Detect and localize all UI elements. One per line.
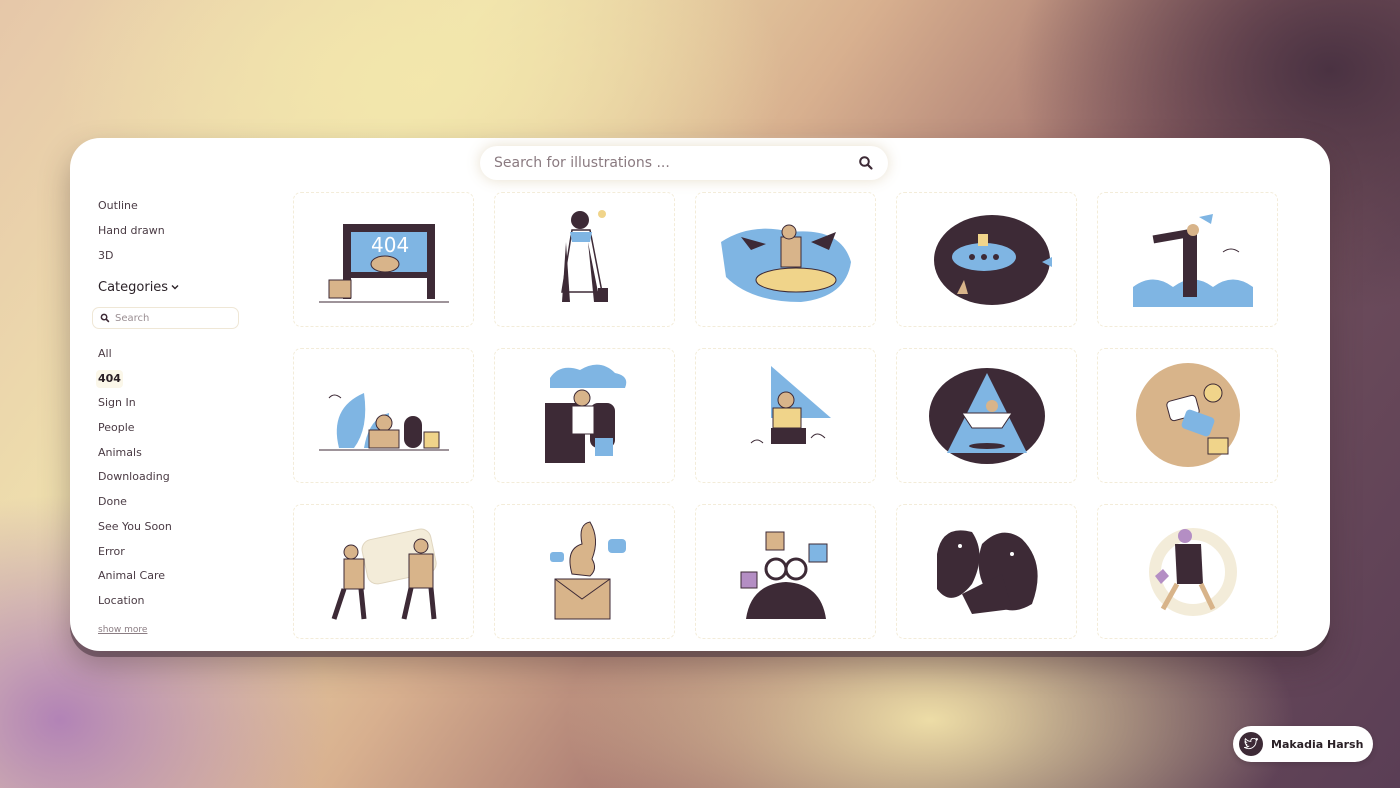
credit-name: Makadia Harsh [1271,737,1364,751]
category-error[interactable]: Error [98,543,248,568]
category-label: Sign In [98,396,136,410]
illustration-grid: 404 [293,192,1279,640]
illustration-tile[interactable] [494,192,675,327]
dark-figures-icon [936,530,1038,614]
illustration-tile[interactable] [494,504,675,639]
search-bar[interactable] [480,146,888,180]
illustration-tile[interactable] [1097,348,1278,483]
category-label: Downloading [98,470,170,484]
category-people[interactable]: People [98,419,248,444]
category-label: People [98,421,135,435]
twitter-bird-icon [1244,738,1258,750]
illustration-tile[interactable] [494,348,675,483]
monster-mail-icon [549,521,626,620]
floating-person-icon [1148,528,1237,616]
armchair-cloud-icon [544,364,626,463]
style-outline[interactable]: Outline [98,196,248,221]
category-label: Animals [98,445,142,459]
category-label: Done [98,495,127,509]
category-search-field[interactable] [92,307,239,329]
category-label: Error [98,544,125,558]
illustration-tile[interactable] [1097,192,1278,327]
illustration-tile[interactable] [896,348,1077,483]
style-3d[interactable]: 3D [98,246,248,271]
categories-dropdown[interactable]: Categories [98,275,248,299]
category-all[interactable]: All [98,345,248,370]
illustration-tile[interactable] [293,504,474,639]
style-hand-drawn[interactable]: Hand drawn [98,221,248,246]
category-animal-care[interactable]: Animal Care [98,567,248,592]
category-done[interactable]: Done [98,493,248,518]
binoculars-icon [740,531,827,619]
space-portal-icon [1135,363,1240,467]
search-icon[interactable] [858,155,874,171]
illustration-tile[interactable] [1097,504,1278,639]
illustration-tile[interactable] [695,504,876,639]
category-see-you-soon[interactable]: See You Soon [98,518,248,543]
category-list: All 404 Sign In People Animals Downloadi… [96,345,248,617]
illustration-tile[interactable]: 404 [293,192,474,327]
category-label: Animal Care [98,569,166,583]
submarine-icon [933,215,1052,305]
categories-title: Categories [98,279,169,295]
triangle-explorer-icon [750,366,831,444]
plants-reading-icon [318,393,449,451]
category-label: Location [98,593,145,607]
category-label: See You Soon [98,519,172,533]
search-input[interactable] [494,155,858,171]
illustration-tile[interactable] [293,348,474,483]
illustration-tile[interactable] [695,348,876,483]
show-more-link[interactable]: show more [98,625,147,635]
telescope-lookout-icon [1132,214,1253,307]
search-icon [100,313,110,323]
category-sign-in[interactable]: Sign In [98,394,248,419]
surfer-icon [720,224,851,302]
category-downloading[interactable]: Downloading [98,468,248,493]
credit-badge[interactable]: Makadia Harsh [1233,726,1373,762]
category-404[interactable]: 404 [96,369,248,395]
pushing-box-icon [331,528,437,620]
category-label: 404 [96,369,123,388]
illustration-tile[interactable] [896,192,1077,327]
category-label: All [98,347,112,360]
sidebar: Outline Hand drawn 3D Categories All 404… [92,196,248,636]
category-animals[interactable]: Animals [98,444,248,469]
illustration-tile[interactable] [695,192,876,327]
svg-text:404: 404 [371,233,409,257]
paper-boat-icon [928,368,1045,464]
avatar [1239,732,1263,756]
404-window-icon: 404 [318,224,449,303]
category-search-input[interactable] [115,312,225,324]
category-location[interactable]: Location [98,592,248,617]
illustration-tile[interactable] [896,504,1077,639]
swing-person-icon [560,210,608,302]
chevron-down-icon [171,285,179,290]
